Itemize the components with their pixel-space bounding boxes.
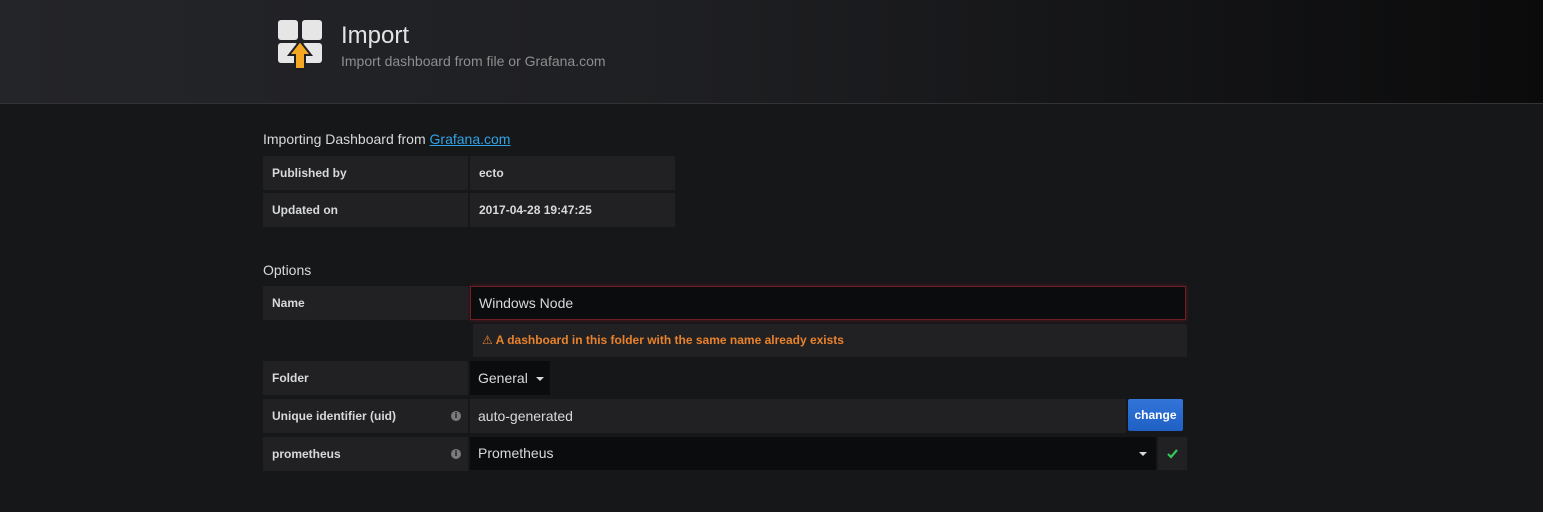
updated-on-label: Updated on bbox=[263, 193, 468, 227]
datasource-valid-indicator bbox=[1158, 437, 1187, 470]
import-source-line: Importing Dashboard from Grafana.com bbox=[263, 131, 510, 147]
dashboard-name-input[interactable] bbox=[470, 286, 1186, 320]
chevron-down-icon bbox=[535, 377, 544, 382]
folder-select-value: General bbox=[478, 370, 528, 386]
duplicate-name-warning: ⚠ A dashboard in this folder with the sa… bbox=[473, 324, 1187, 357]
published-by-label: Published by bbox=[263, 156, 468, 190]
uid-label: Unique identifier (uid) bbox=[263, 399, 468, 433]
uid-label-text: Unique identifier (uid) bbox=[272, 409, 396, 423]
page-subtitle: Import dashboard from file or Grafana.co… bbox=[341, 53, 606, 69]
info-icon[interactable]: i bbox=[451, 449, 461, 459]
warning-icon: ⚠ bbox=[482, 333, 493, 347]
updated-on-value: 2017-04-28 19:47:25 bbox=[470, 193, 675, 227]
folder-select[interactable]: General bbox=[470, 361, 550, 395]
chevron-down-icon bbox=[1139, 452, 1147, 456]
import-dashboard-icon bbox=[278, 20, 322, 70]
change-uid-button[interactable]: change bbox=[1128, 399, 1183, 431]
checkmark-icon bbox=[1167, 449, 1178, 459]
page-header: Import Import dashboard from file or Gra… bbox=[0, 0, 1543, 104]
published-by-value: ecto bbox=[470, 156, 675, 190]
page-title: Import bbox=[341, 22, 410, 49]
grafana-com-link[interactable]: Grafana.com bbox=[430, 131, 511, 147]
import-source-prefix: Importing Dashboard from bbox=[263, 131, 430, 147]
datasource-select[interactable]: Prometheus bbox=[470, 437, 1156, 470]
folder-label: Folder bbox=[263, 361, 468, 395]
name-label: Name bbox=[263, 286, 468, 320]
datasource-select-value: Prometheus bbox=[478, 445, 554, 461]
warning-text: A dashboard in this folder with the same… bbox=[495, 333, 844, 347]
info-icon[interactable]: i bbox=[451, 411, 461, 421]
datasource-label: prometheus bbox=[263, 437, 468, 471]
options-title: Options bbox=[263, 262, 312, 278]
uid-input[interactable]: auto-generated bbox=[470, 399, 1126, 433]
datasource-label-text: prometheus bbox=[272, 447, 341, 461]
